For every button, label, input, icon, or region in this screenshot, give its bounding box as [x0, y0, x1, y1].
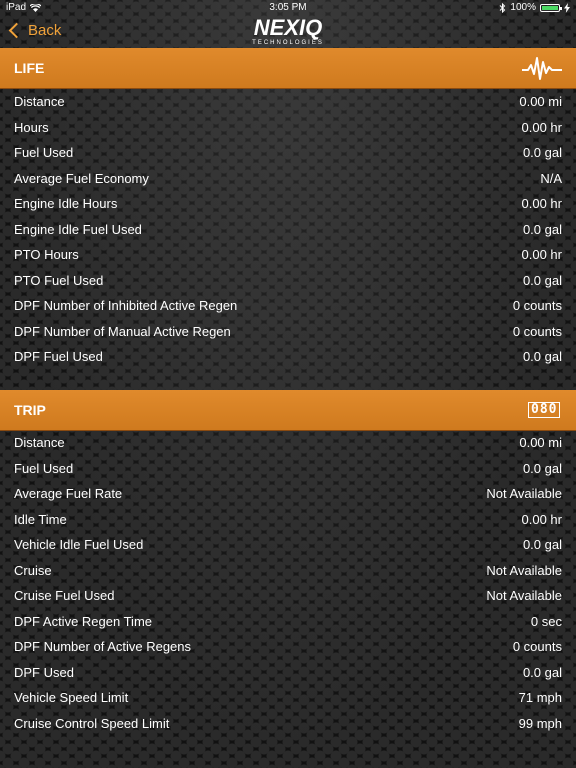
list-item-value: 0 sec: [530, 613, 562, 629]
nexiq-logo: NEXIQ TECHNOLOGIES: [244, 16, 332, 48]
list-item-value: Not Available: [486, 588, 562, 604]
waveform-icon: [522, 48, 562, 88]
charging-icon: [564, 3, 570, 13]
trip-section-title: TRIP: [14, 402, 46, 418]
list-item-label: DPF Used: [14, 664, 74, 680]
status-bar: iPad 3:05 PM 100%: [0, 0, 576, 16]
list-item-value: 0.00 hr: [521, 119, 562, 135]
list-item: DPF Used 0.0 gal: [0, 660, 576, 686]
list-item: PTO Fuel Used 0.0 gal: [0, 268, 576, 294]
list-item: DPF Number of Inhibited Active Regen 0 co…: [0, 293, 576, 319]
list-item: Idle Time 0.00 hr: [0, 507, 576, 533]
back-button[interactable]: Back: [8, 22, 61, 39]
list-item: DPF Active Regen Time 0 sec: [0, 609, 576, 635]
list-item-value: 0.0 gal: [522, 221, 562, 237]
list-item: Cruise Not Available: [0, 558, 576, 584]
list-item-label: Distance: [14, 94, 65, 110]
list-item-label: Engine Idle Hours: [14, 196, 118, 212]
list-item-label: Idle Time: [14, 511, 67, 527]
list-item-label: Cruise Fuel Used: [14, 588, 115, 604]
list-item: PTO Hours 0.00 hr: [0, 242, 576, 268]
list-item-value: 0.0 gal: [522, 537, 562, 553]
list-item-label: DPF Number of Active Regens: [14, 639, 192, 655]
list-item-label: Vehicle Speed Limit: [14, 690, 129, 706]
list-item-label: Distance: [14, 435, 65, 451]
life-section-title: LIFE: [14, 60, 45, 76]
list-item-value: 0.00 hr: [521, 196, 562, 212]
odometer-digits: 080: [528, 402, 561, 418]
list-item: Fuel Used 0.0 gal: [0, 140, 576, 166]
list-item-value: 0.00 mi: [519, 435, 562, 451]
odometer-icon: 080: [528, 390, 561, 430]
list-item-value: 0.0 gal: [522, 349, 562, 365]
list-item-label: PTO Fuel Used: [14, 272, 104, 288]
back-label: Back: [28, 22, 62, 39]
list-item: DPF Number of Active Regens 0 counts: [0, 634, 576, 660]
list-item-value: 0.00 hr: [521, 511, 562, 527]
list-item-value: 0.00 mi: [519, 94, 562, 110]
list-item: DPF Fuel Used 0.0 gal: [0, 344, 576, 370]
list-item-value: Not Available: [486, 486, 562, 502]
list-item: Cruise Fuel Used Not Available: [0, 583, 576, 609]
list-item-value: 0.00 hr: [521, 247, 562, 263]
logo-main: NEXIQ: [253, 15, 323, 40]
list-item-label: Average Fuel Rate: [14, 486, 123, 502]
bluetooth-icon: [500, 3, 506, 13]
list-item-label: Engine Idle Fuel Used: [14, 221, 142, 237]
list-item-label: Cruise: [14, 562, 52, 578]
list-item: DPF Number of Manual Active Regen 0 count…: [0, 319, 576, 345]
list-item: Distance 0.00 mi: [0, 430, 576, 456]
list-item-value: Not Available: [486, 562, 562, 578]
list-item-value: 99 mph: [518, 715, 562, 731]
list-item-label: DPF Number of Inhibited Active Regen: [14, 298, 238, 314]
list-item-label: Average Fuel Economy: [14, 170, 149, 186]
list-item: Hours 0.00 hr: [0, 115, 576, 141]
battery-level: [542, 6, 558, 10]
navigation-bar: Back NEXIQ TECHNOLOGIES: [0, 16, 576, 48]
chevron-left-icon: [8, 22, 25, 39]
list-item-label: DPF Active Regen Time: [14, 613, 152, 629]
list-item: Distance 0.00 mi: [0, 89, 576, 115]
list-item: Vehicle Speed Limit 71 mph: [0, 685, 576, 711]
list-item-value: 0.0 gal: [522, 460, 562, 476]
list-item-label: PTO Hours: [14, 247, 79, 263]
list-item-value: 0 counts: [512, 323, 562, 339]
list-item: Fuel Used 0.0 gal: [0, 456, 576, 482]
list-item-label: DPF Number of Manual Active Regen: [14, 323, 231, 339]
logo-sub: TECHNOLOGIES: [252, 40, 324, 46]
list-item: Vehicle Idle Fuel Used 0.0 gal: [0, 532, 576, 558]
trip-list: Distance 0.00 mi Fuel Used 0.0 gal Average F…: [0, 430, 576, 736]
list-item-value: 0.0 gal: [522, 664, 562, 680]
list-item-value: 0.0 gal: [522, 145, 562, 161]
list-item-label: Cruise Control Speed Limit: [14, 715, 170, 731]
life-section-header: LIFE: [0, 48, 576, 88]
list-item-label: Vehicle Idle Fuel Used: [14, 537, 144, 553]
list-item-value: 71 mph: [518, 690, 562, 706]
list-item: Engine Idle Hours 0.00 hr: [0, 191, 576, 217]
trip-section-header: TRIP 080: [0, 390, 576, 430]
list-item: Cruise Control Speed Limit 99 mph: [0, 711, 576, 737]
list-item-label: Fuel Used: [14, 145, 74, 161]
list-item-value: 0 counts: [512, 639, 562, 655]
list-item-label: Fuel Used: [14, 460, 74, 476]
list-item: Engine Idle Fuel Used 0.0 gal: [0, 217, 576, 243]
list-item: Average Fuel Economy N/A: [0, 166, 576, 192]
list-item-value: 0.0 gal: [522, 272, 562, 288]
battery-percent: 100%: [510, 2, 536, 13]
battery-icon: [540, 4, 562, 12]
list-item-label: Hours: [14, 119, 49, 135]
status-right: 100%: [499, 0, 570, 16]
list-item-value: N/A: [540, 170, 562, 186]
status-time: 3:05 PM: [269, 2, 307, 13]
life-list: Distance 0.00 mi Hours 0.00 hr Fuel Used 0.0 …: [0, 89, 576, 370]
list-item: Average Fuel Rate Not Available: [0, 481, 576, 507]
list-item-value: 0 counts: [512, 298, 562, 314]
list-item-label: DPF Fuel Used: [14, 349, 103, 365]
